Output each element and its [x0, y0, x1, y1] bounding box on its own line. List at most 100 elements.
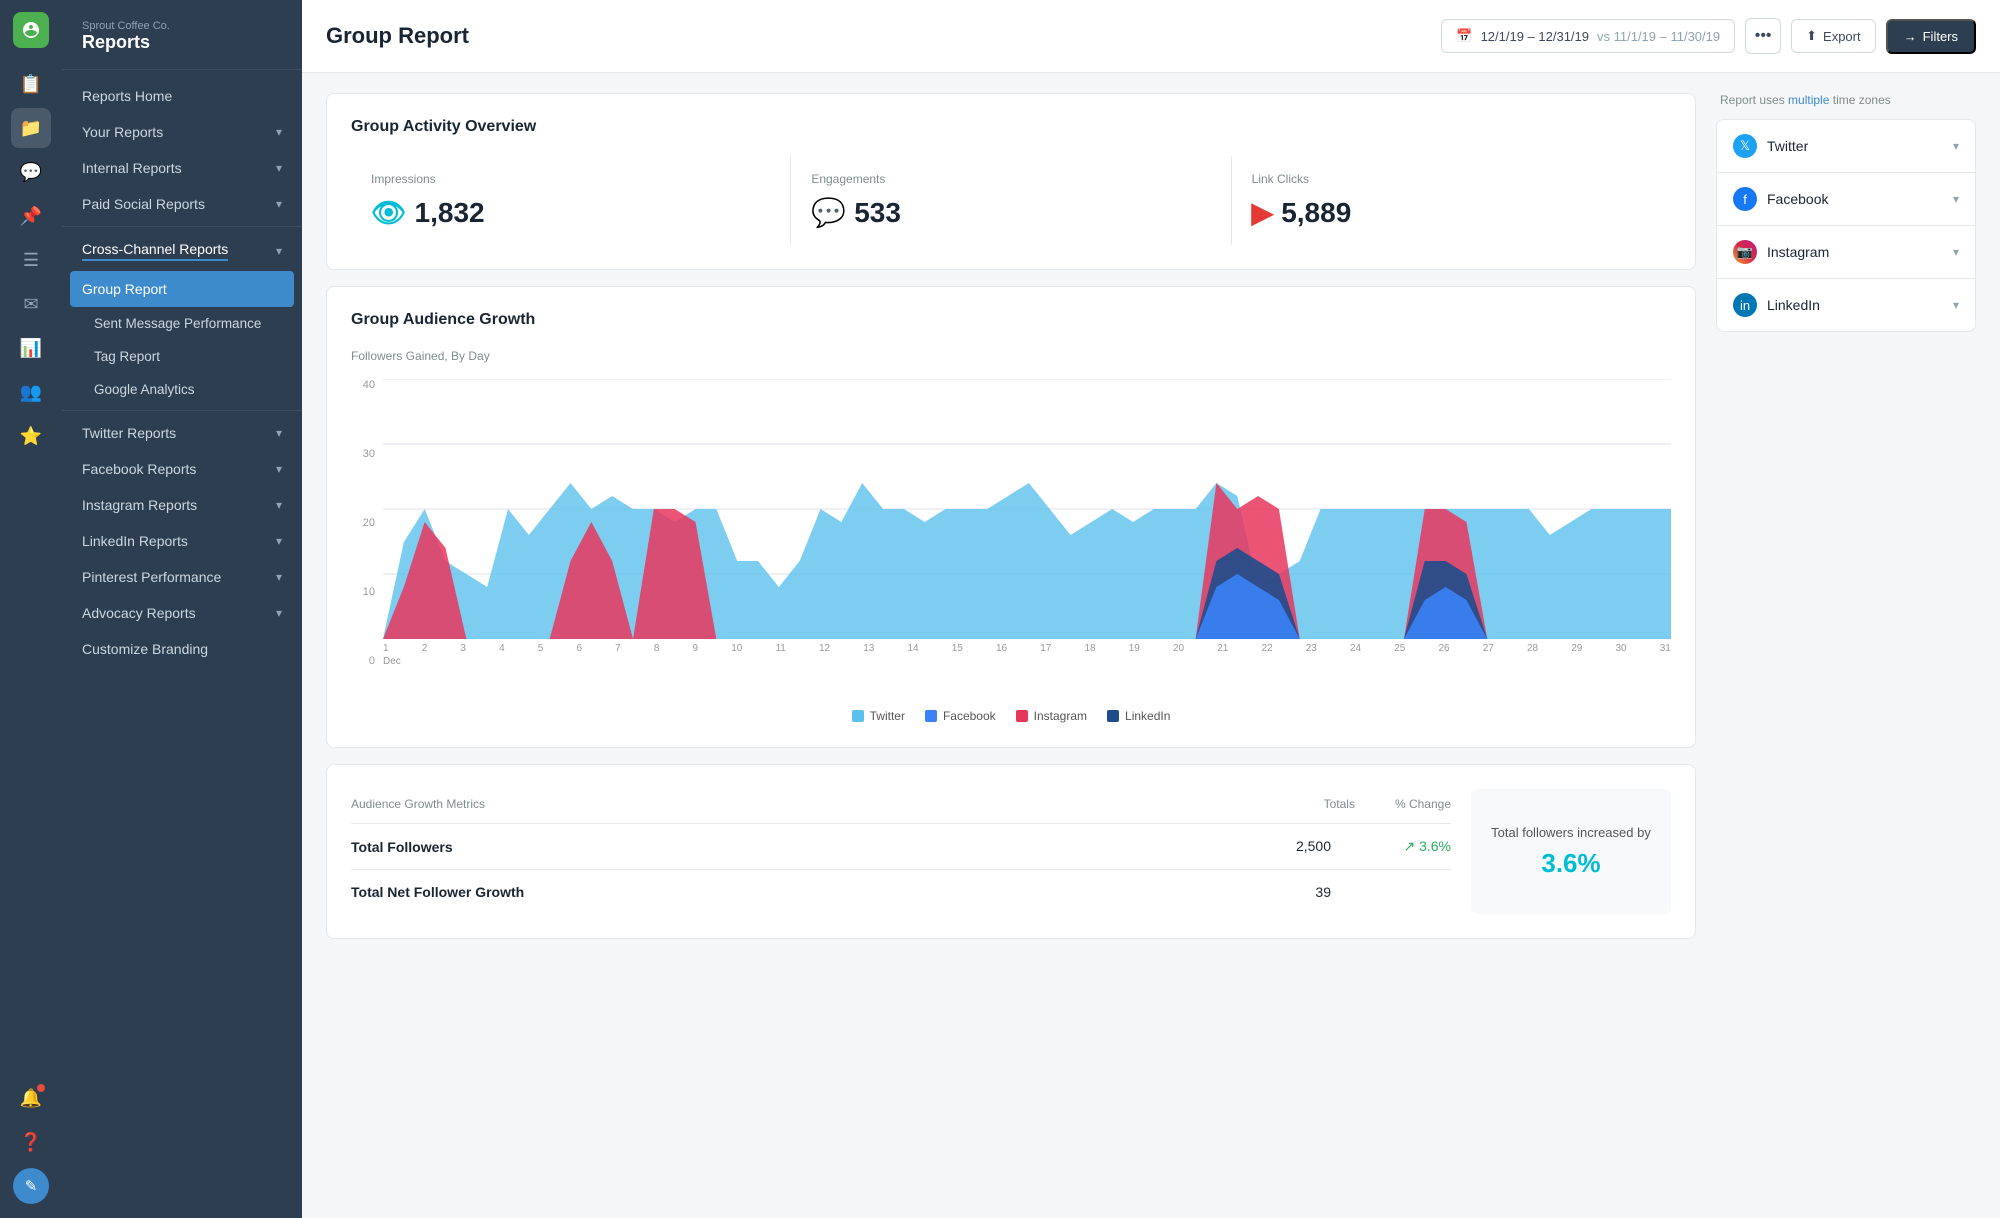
- sidebar-item-sent-message[interactable]: Sent Message Performance: [62, 307, 302, 340]
- vs-text: vs 11/1/19 – 11/30/19: [1597, 29, 1720, 44]
- chart-svg: [383, 379, 1671, 639]
- main-content: Group Report 📅 12/1/19 – 12/31/19 vs 11/…: [302, 0, 2000, 1218]
- side-note-box: Total followers increased by 3.6%: [1471, 789, 1671, 914]
- top-bar-actions: 📅 12/1/19 – 12/31/19 vs 11/1/19 – 11/30/…: [1441, 18, 1976, 54]
- nav-social-icon[interactable]: 👥: [11, 372, 51, 412]
- sidebar-item-paid-social[interactable]: Paid Social Reports ▾: [62, 186, 302, 222]
- chart-subtitle: Followers Gained, By Day: [351, 349, 1671, 363]
- chevron-icon: ▾: [276, 161, 282, 175]
- sidebar-item-instagram-reports[interactable]: Instagram Reports ▾: [62, 487, 302, 523]
- sidebar-item-your-reports[interactable]: Your Reports ▾: [62, 114, 302, 150]
- platform-row-facebook[interactable]: f Facebook ▾: [1717, 173, 1975, 226]
- x-axis-month: Dec: [383, 656, 1671, 667]
- sidebar-item-google-analytics[interactable]: Google Analytics: [62, 373, 302, 406]
- sidebar-item-advocacy[interactable]: Advocacy Reports ▾: [62, 595, 302, 631]
- platform-label-instagram: Instagram: [1767, 244, 1829, 260]
- chart-legend: Twitter Facebook Instagram LinkedIn: [351, 709, 1671, 723]
- legend-facebook-dot: [925, 710, 937, 722]
- chevron-icon: ▾: [276, 606, 282, 620]
- metric-link-clicks: Link Clicks ▶ 5,889: [1232, 156, 1671, 245]
- content-area: Group Activity Overview Impressions 👁 1,…: [302, 73, 2000, 1218]
- app-logo[interactable]: [13, 12, 49, 48]
- sidebar-item-twitter-reports[interactable]: Twitter Reports ▾: [62, 415, 302, 451]
- sidebar-item-cross-channel[interactable]: Cross-Channel Reports ▾: [62, 231, 302, 271]
- link-clicks-label: Link Clicks: [1252, 172, 1651, 186]
- table-row: Total Followers 2,500 ↗ 3.6%: [351, 824, 1451, 870]
- sidebar-item-tag-report[interactable]: Tag Report: [62, 340, 302, 373]
- chevron-icon: ▾: [276, 498, 282, 512]
- nav-inbox-icon[interactable]: 💬: [11, 152, 51, 192]
- timezone-link[interactable]: multiple: [1788, 93, 1829, 107]
- chevron-down-icon: ▾: [1953, 139, 1959, 153]
- nav-tasks-icon[interactable]: 📌: [11, 196, 51, 236]
- sidebar: Sprout Coffee Co. Reports Reports Home Y…: [62, 0, 302, 1218]
- chart-title: Group Audience Growth: [351, 311, 1671, 329]
- engagements-value: 💬 533: [811, 196, 1210, 229]
- metric-impressions: Impressions 👁 1,832: [351, 156, 791, 245]
- total-followers: 2,500: [1251, 838, 1331, 855]
- legend-instagram-dot: [1016, 710, 1028, 722]
- metric-engagements: Engagements 💬 533: [791, 156, 1231, 245]
- legend-twitter-dot: [852, 710, 864, 722]
- instagram-icon: 📷: [1733, 240, 1757, 264]
- y-axis-labels: 40 30 20 10 0: [351, 379, 379, 667]
- col-metric: Audience Growth Metrics: [351, 797, 485, 811]
- metrics-table-card: Audience Growth Metrics Totals % Change …: [326, 764, 1696, 939]
- sidebar-item-pinterest[interactable]: Pinterest Performance ▾: [62, 559, 302, 595]
- nav-list-icon[interactable]: ☰: [11, 240, 51, 280]
- platform-label-facebook: Facebook: [1767, 191, 1828, 207]
- platform-label-linkedin: LinkedIn: [1767, 297, 1820, 313]
- nav-divider: [62, 410, 302, 411]
- sidebar-item-group-report[interactable]: Group Report: [70, 271, 294, 307]
- engagements-label: Engagements: [811, 172, 1210, 186]
- legend-linkedin-dot: [1107, 710, 1119, 722]
- sidebar-item-facebook-reports[interactable]: Facebook Reports ▾: [62, 451, 302, 487]
- impressions-icon: 👁: [371, 196, 407, 229]
- engagements-icon: 💬: [811, 196, 846, 229]
- side-note-text: Total followers increased by: [1491, 825, 1651, 840]
- chevron-icon: ▾: [276, 426, 282, 440]
- chevron-down-icon: ▾: [1953, 245, 1959, 259]
- page-title: Group Report: [326, 23, 469, 49]
- col-change: % Change: [1395, 797, 1451, 811]
- chart-wrapper: 40 30 20 10 0: [351, 379, 1671, 697]
- filter-button[interactable]: → Filters: [1886, 19, 1976, 54]
- date-range-button[interactable]: 📅 12/1/19 – 12/31/19 vs 11/1/19 – 11/30/…: [1441, 19, 1735, 53]
- nav-analytics-icon[interactable]: 📊: [11, 328, 51, 368]
- platform-row-linkedin[interactable]: in LinkedIn ▾: [1717, 279, 1975, 331]
- timezone-note: Report uses multiple time zones: [1716, 93, 1976, 107]
- sidebar-item-customize[interactable]: Customize Branding: [62, 631, 302, 667]
- more-options-button[interactable]: •••: [1745, 18, 1781, 54]
- overview-title: Group Activity Overview: [351, 118, 1671, 136]
- nav-compose-icon[interactable]: ✉: [11, 284, 51, 324]
- nav-star-icon[interactable]: ⭐: [11, 416, 51, 456]
- nav-edit-button[interactable]: ✎: [11, 1166, 51, 1206]
- main-panel: Group Activity Overview Impressions 👁 1,…: [326, 93, 1696, 1198]
- nav-home-icon[interactable]: 📋: [11, 64, 51, 104]
- legend-instagram: Instagram: [1016, 709, 1087, 723]
- legend-linkedin: LinkedIn: [1107, 709, 1170, 723]
- overview-card: Group Activity Overview Impressions 👁 1,…: [326, 93, 1696, 270]
- nav-help-icon[interactable]: ❓: [11, 1122, 51, 1162]
- chevron-down-icon: ▾: [1953, 298, 1959, 312]
- sidebar-header: Sprout Coffee Co. Reports: [62, 0, 302, 70]
- company-name: Sprout Coffee Co.: [82, 20, 282, 32]
- impressions-value: 👁 1,832: [371, 196, 770, 229]
- metric-name-followers: Total Followers: [351, 839, 453, 855]
- total-net-growth: 39: [1251, 884, 1331, 900]
- legend-twitter: Twitter: [852, 709, 905, 723]
- date-range-text: 12/1/19 – 12/31/19: [1481, 29, 1589, 44]
- sidebar-item-internal-reports[interactable]: Internal Reports ▾: [62, 150, 302, 186]
- impressions-label: Impressions: [371, 172, 770, 186]
- sidebar-item-reports-home[interactable]: Reports Home: [62, 78, 302, 114]
- nav-reports-icon[interactable]: 📁: [11, 108, 51, 148]
- sidebar-item-linkedin-reports[interactable]: LinkedIn Reports ▾: [62, 523, 302, 559]
- x-axis-labels: 1234567891011121314151617181920212223242…: [383, 643, 1671, 654]
- filter-icon: →: [1904, 29, 1917, 44]
- platform-row-instagram[interactable]: 📷 Instagram ▾: [1717, 226, 1975, 279]
- platform-row-twitter[interactable]: 𝕏 Twitter ▾: [1717, 120, 1975, 173]
- nav-bell-icon[interactable]: 🔔: [11, 1078, 51, 1118]
- chevron-icon: ▾: [276, 125, 282, 139]
- export-button[interactable]: ⬆ Export: [1791, 19, 1875, 53]
- twitter-icon: 𝕏: [1733, 134, 1757, 158]
